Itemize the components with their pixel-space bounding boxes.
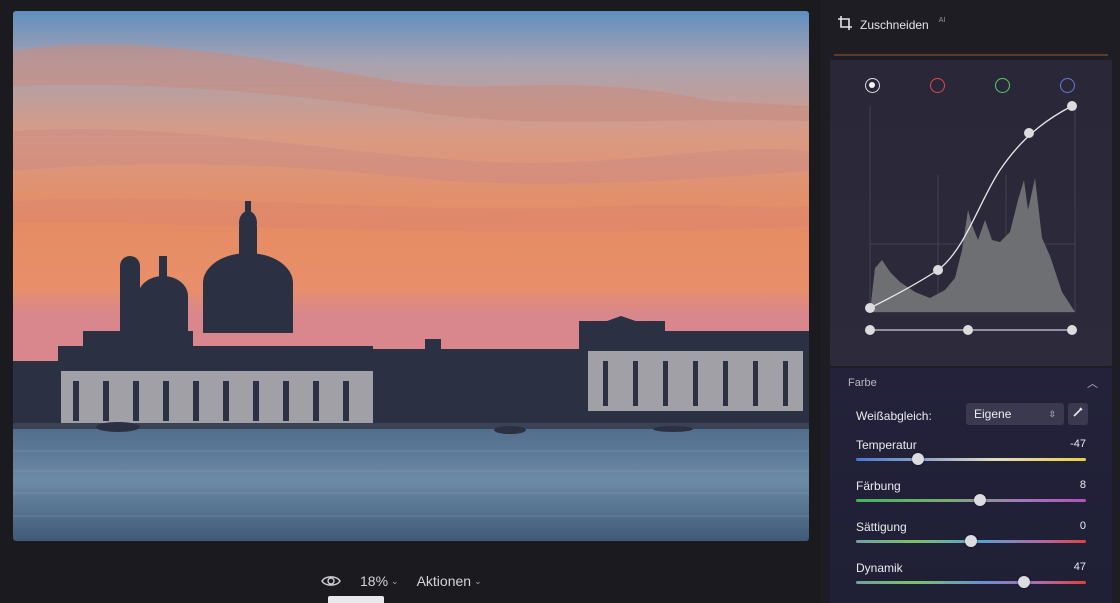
white-balance-select[interactable]: Eigene ⇳: [966, 403, 1064, 425]
photo-preview[interactable]: [13, 11, 809, 541]
adjustments-panel: Zuschneiden AI Farbe ︿ Weißabgleich: Eig…: [820, 0, 1120, 603]
bottom-toolbar: 18% ⌄ Aktionen ⌄: [320, 568, 482, 594]
chevron-down-icon: ⌄: [474, 575, 482, 586]
actions-label: Aktionen: [416, 573, 472, 589]
crop-label: Zuschneiden: [860, 17, 929, 32]
zoom-value: 18%: [360, 573, 389, 589]
tone-curve-editor[interactable]: [830, 60, 1112, 366]
color-section: Farbe ︿ Weißabgleich: Eigene ⇳ Temperatu…: [830, 368, 1112, 603]
venice-sunset-photo: [13, 11, 809, 541]
slider-value: 47: [1073, 561, 1086, 573]
white-point-handle: [1067, 325, 1077, 335]
curve-graph[interactable]: [830, 60, 1112, 366]
white-balance-label: Weißabgleich:: [856, 409, 932, 423]
select-arrows-icon: ⇳: [1048, 408, 1056, 419]
slider-value: 0: [1079, 520, 1086, 532]
crop-icon: [838, 16, 852, 33]
slider-knob[interactable]: [974, 494, 987, 506]
photo-editor-window: 18% ⌄ Aktionen ⌄ Zuschneiden AI Farbe ︿ …: [0, 0, 1120, 603]
tooltip: [328, 596, 384, 603]
slider-track[interactable]: [856, 581, 1086, 584]
actions-menu[interactable]: Aktionen ⌄: [417, 573, 482, 589]
slider-track[interactable]: [856, 499, 1086, 502]
section-title: Farbe: [848, 377, 877, 389]
eyedropper-icon: [1072, 405, 1084, 423]
slider-label: Färbung: [856, 479, 901, 493]
divider: [834, 54, 1108, 56]
ai-badge: AI: [938, 17, 946, 24]
slider-knob[interactable]: [1017, 576, 1030, 588]
slider-knob[interactable]: [965, 535, 977, 547]
slider-track[interactable]: [856, 458, 1086, 461]
white-balance-value: Eigene: [974, 407, 1012, 421]
slider-knob[interactable]: [912, 453, 925, 465]
chevron-up-icon[interactable]: ︿: [1087, 375, 1098, 391]
slider-value: 8: [1079, 479, 1086, 491]
slider-value: -47: [1070, 438, 1086, 450]
slider-label: Sättigung: [856, 520, 907, 534]
zoom-dropdown[interactable]: 18% ⌄: [360, 573, 399, 589]
slider-label: Temperatur: [856, 438, 917, 452]
midpoint-handle: [963, 325, 973, 335]
chevron-down-icon: ⌄: [391, 575, 399, 586]
crop-tool-row[interactable]: Zuschneiden AI: [838, 16, 945, 33]
eye-icon[interactable]: [320, 573, 342, 589]
eyedropper-button[interactable]: [1068, 403, 1088, 425]
slider-label: Dynamik: [856, 561, 903, 575]
black-point-handle: [865, 325, 875, 335]
